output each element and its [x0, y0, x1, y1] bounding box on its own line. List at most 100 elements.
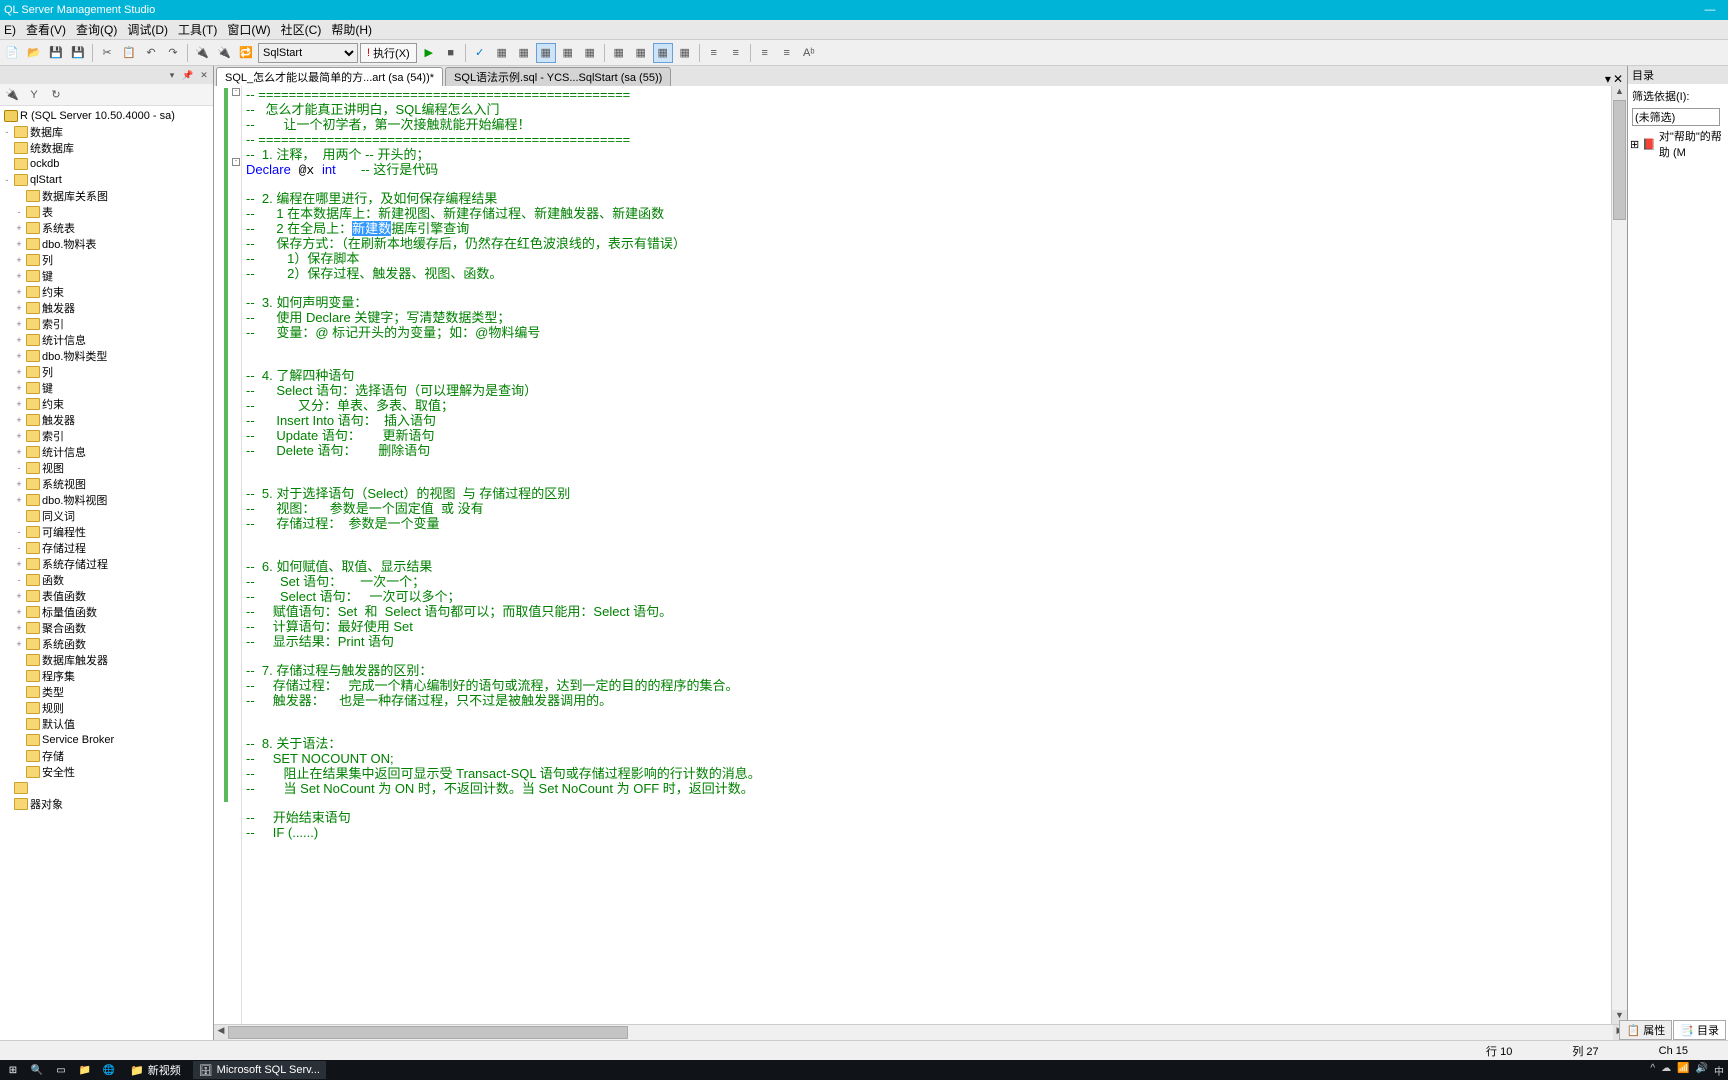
tree-node[interactable]: +列: [0, 252, 213, 268]
connect-icon[interactable]: 🔌: [192, 43, 212, 63]
tree-node[interactable]: -函数: [0, 572, 213, 588]
horizontal-scrollbar[interactable]: ◀ ▶: [214, 1024, 1627, 1040]
file-tab[interactable]: SQL语法示例.sql - YCS...SqlStart (sa (55)): [445, 67, 671, 86]
scroll-up-icon[interactable]: ▲: [1612, 86, 1627, 100]
tree-node[interactable]: 数据库触发器: [0, 652, 213, 668]
indent-icon[interactable]: ≡: [704, 43, 724, 63]
results-file-icon[interactable]: ▦: [580, 43, 600, 63]
copy-icon[interactable]: 📋: [119, 43, 139, 63]
tree-node[interactable]: +触发器: [0, 412, 213, 428]
explorer-icon[interactable]: 📁: [76, 1062, 94, 1078]
onedrive-icon[interactable]: ☁: [1661, 1063, 1671, 1078]
menu-item[interactable]: 窗口(W): [227, 21, 270, 38]
stop-icon[interactable]: ■: [441, 43, 461, 63]
tree-node[interactable]: +索引: [0, 316, 213, 332]
close-icon[interactable]: ✕: [197, 68, 211, 82]
fold-icon[interactable]: -: [232, 88, 240, 96]
menu-item[interactable]: 工具(T): [178, 21, 217, 38]
tree-node[interactable]: 类型: [0, 684, 213, 700]
tree-node[interactable]: 存储: [0, 748, 213, 764]
system-tray[interactable]: ^ ☁ 📶 🔊 中: [1650, 1063, 1724, 1078]
tree-node[interactable]: +统计信息: [0, 444, 213, 460]
redo-icon[interactable]: ↷: [163, 43, 183, 63]
comment-icon[interactable]: ▦: [609, 43, 629, 63]
contents-tab[interactable]: 📑 目录: [1673, 1020, 1726, 1040]
tree-node[interactable]: 统数据库: [0, 140, 213, 156]
save-icon[interactable]: 💾: [46, 43, 66, 63]
tree-node[interactable]: -可编程性: [0, 524, 213, 540]
fold-icon[interactable]: -: [232, 158, 240, 166]
code-editor[interactable]: - - -- =================================…: [214, 86, 1627, 1024]
filter-icon[interactable]: Y: [24, 85, 44, 105]
connect-icon[interactable]: 🔌: [2, 85, 22, 105]
parse-icon[interactable]: ✓: [470, 43, 490, 63]
tree-node[interactable]: +约束: [0, 284, 213, 300]
tree-node[interactable]: -数据库: [0, 124, 213, 140]
help-tree-item[interactable]: ⊞ 📕 对"帮助"的帮助 (M: [1628, 126, 1728, 162]
tree-node[interactable]: +键: [0, 268, 213, 284]
tree-node[interactable]: 器对象: [0, 796, 213, 812]
specify-values-icon[interactable]: ≡: [777, 43, 797, 63]
tree-node[interactable]: +系统表: [0, 220, 213, 236]
tree-node[interactable]: 同义词: [0, 508, 213, 524]
tree-node[interactable]: 安全性: [0, 764, 213, 780]
tray-up-icon[interactable]: ^: [1650, 1063, 1655, 1078]
menu-item[interactable]: 社区(C): [281, 21, 322, 38]
save-all-icon[interactable]: 💾: [68, 43, 88, 63]
menu-item[interactable]: 帮助(H): [331, 21, 372, 38]
tree-node[interactable]: +dbo.物料视图: [0, 492, 213, 508]
tree-node[interactable]: -存储过程: [0, 540, 213, 556]
volume-icon[interactable]: 🔊: [1696, 1063, 1708, 1078]
disconnect-icon[interactable]: 🔌: [214, 43, 234, 63]
tab-dropdown-icon[interactable]: ▾: [1605, 72, 1611, 86]
refresh-icon[interactable]: ↻: [46, 85, 66, 105]
tree-node[interactable]: 程序集: [0, 668, 213, 684]
tree-node[interactable]: Service Broker: [0, 732, 213, 748]
menu-item[interactable]: 查看(V): [26, 21, 66, 38]
uncomment-icon[interactable]: ▦: [631, 43, 651, 63]
code-text[interactable]: -- =====================================…: [242, 86, 1611, 1024]
tree-node[interactable]: +索引: [0, 428, 213, 444]
tree-node[interactable]: +dbo.物料类型: [0, 348, 213, 364]
start-icon[interactable]: ⊞: [4, 1062, 22, 1078]
cut-icon[interactable]: ✂: [97, 43, 117, 63]
filter-input[interactable]: [1632, 108, 1720, 126]
tree-node[interactable]: 数据库关系图: [0, 188, 213, 204]
tree-node[interactable]: +键: [0, 380, 213, 396]
taskbar-app[interactable]: 📁 新视频: [124, 1061, 187, 1079]
tab-close-icon[interactable]: ✕: [1613, 72, 1623, 86]
undo-icon[interactable]: ↶: [141, 43, 161, 63]
server-node[interactable]: R (SQL Server 10.50.4000 - sa): [0, 108, 213, 124]
tree-node[interactable]: +聚合函数: [0, 620, 213, 636]
ime-icon[interactable]: 中: [1714, 1063, 1724, 1078]
new-query-icon[interactable]: 📄: [2, 43, 22, 63]
display-plan-icon[interactable]: ▦: [492, 43, 512, 63]
database-selector[interactable]: SqlStart: [258, 43, 358, 63]
minimize-button[interactable]: —: [1696, 4, 1724, 16]
tree-node[interactable]: +触发器: [0, 300, 213, 316]
object-tree[interactable]: R (SQL Server 10.50.4000 - sa) -数据库统数据库o…: [0, 106, 213, 1060]
outdent-icon[interactable]: ≡: [726, 43, 746, 63]
tree-node[interactable]: +系统函数: [0, 636, 213, 652]
change-connection-icon[interactable]: 🔁: [236, 43, 256, 63]
network-icon[interactable]: 📶: [1677, 1063, 1689, 1078]
properties-tab[interactable]: 📋 属性: [1619, 1020, 1672, 1040]
tree-node[interactable]: 规则: [0, 700, 213, 716]
task-view-icon[interactable]: ▭: [52, 1062, 70, 1078]
scroll-thumb[interactable]: [228, 1026, 628, 1039]
tree-node[interactable]: [0, 780, 213, 796]
specify-values-icon[interactable]: ≡: [755, 43, 775, 63]
intellisense-icon[interactable]: ▦: [675, 43, 695, 63]
menu-item[interactable]: E): [4, 23, 16, 37]
tree-node[interactable]: +统计信息: [0, 332, 213, 348]
file-tab-active[interactable]: SQL_怎么才能以最简单的方...art (sa (54))*: [216, 67, 443, 86]
options-icon[interactable]: Aᵇ: [799, 43, 819, 63]
results-text-icon[interactable]: ▦: [558, 43, 578, 63]
tree-node[interactable]: +系统视图: [0, 476, 213, 492]
tree-node[interactable]: +列: [0, 364, 213, 380]
sqlcmd-icon[interactable]: ▦: [653, 43, 673, 63]
vertical-scrollbar[interactable]: ▲ ▼: [1611, 86, 1627, 1024]
tree-node[interactable]: -表: [0, 204, 213, 220]
tree-node[interactable]: 默认值: [0, 716, 213, 732]
tree-node[interactable]: -qlStart: [0, 172, 213, 188]
